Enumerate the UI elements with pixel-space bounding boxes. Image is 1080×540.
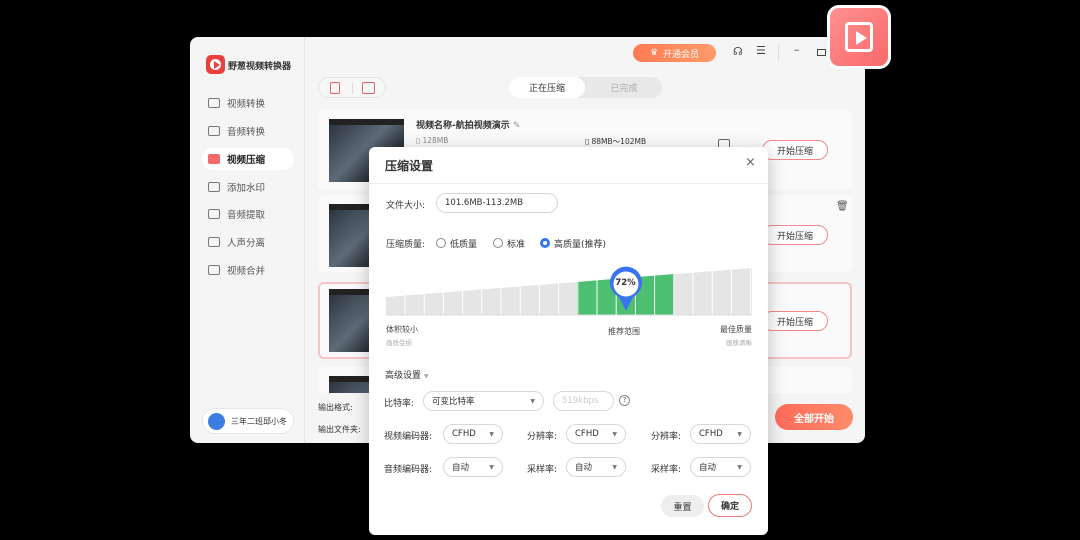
video-compress-icon [208,154,220,164]
sidebar-item-video-merge[interactable]: 视频合并 [202,259,294,281]
watermark-icon [208,182,220,192]
app-logo-icon [206,55,225,74]
vip-label: 开通会员 [663,49,700,60]
resolution-label: 分辨率: [527,432,558,442]
sidebar-item-label: 音频提取 [227,210,266,221]
video-codec-label: 视频编码器: [384,432,433,442]
slider-right-sub: 画质清晰 [726,339,752,347]
delete-icon[interactable]: 🗑 [836,201,849,212]
vip-button[interactable]: ♛ 开通会员 [633,44,716,62]
bitrate-label: 比特率: [384,399,415,409]
sidebar-item-label: 视频压缩 [227,155,266,166]
slider-mid-label: 推荐范围 [608,327,640,336]
dialog-title: 压缩设置 [385,159,434,173]
sidebar-item-label: 音频转换 [227,127,266,138]
sidebar-item-label: 添加水印 [227,183,266,194]
sidebar-item-audio-extract[interactable]: 音频提取 [202,203,294,225]
sample-rate-label: 采样率: [527,465,558,475]
resolution-select[interactable]: CFHD [566,424,626,444]
user-name: 三年二班邱小冬 [231,416,287,426]
sample-rate2-select[interactable]: 自动 [690,457,751,477]
add-folder-icon[interactable] [362,82,375,94]
quality-radio-low[interactable]: 低质量 [436,237,477,250]
slider-handle[interactable]: 72% [608,266,644,312]
minimize-icon[interactable]: – [794,43,800,56]
microphone-icon [208,209,220,219]
slider-percent: 72% [615,278,636,288]
sidebar-item-label: 人声分离 [227,238,266,249]
sidebar-item-label: 视频转换 [227,99,266,110]
sample-rate2-label: 采样率: [651,465,682,475]
reset-button[interactable]: 重置 [661,495,704,517]
slider-left-sub: 画质受损 [386,339,412,347]
bitrate-select[interactable]: 可变比特率 [423,391,544,411]
bitrate-input[interactable]: 519kbps [553,391,614,411]
app-icon [827,5,891,69]
app-name: 野葱视频转换器 [228,62,292,72]
divider [369,183,768,184]
radio-icon [493,238,503,248]
video-title: 视频名称-航拍视频演示 ✎ [416,121,521,131]
divider [352,83,353,94]
avatar [208,412,225,430]
audio-codec-select[interactable]: 自动 [443,457,503,477]
quality-slider[interactable] [386,265,752,317]
add-buttons [318,77,386,98]
sidebar-item-video-convert[interactable]: 视频转换 [202,92,294,114]
menu-icon[interactable]: ☰ [756,44,766,57]
support-icon[interactable]: ☊ [733,45,743,58]
sidebar: 野葱视频转换器 视频转换 音频转换 视频压缩 添加水印 音频提取 人声分离 视频… [190,37,305,443]
video-codec-select[interactable]: CFHD [443,424,503,444]
ok-button[interactable]: 确定 [708,494,752,517]
add-file-icon[interactable] [330,82,340,94]
chevron-down-icon: ▼ [423,373,429,380]
original-size: ▯ 128MB [416,136,449,145]
target-size: ▯ 88MB～102MB [585,137,647,146]
sample-rate-select[interactable]: 自动 [566,457,626,477]
sidebar-item-audio-convert[interactable]: 音频转换 [202,120,294,142]
close-icon[interactable]: × [745,155,756,170]
resolution2-label: 分辨率: [651,432,682,442]
start-all-button[interactable]: 全部开始 [775,404,853,430]
start-compress-button[interactable]: 开始压缩 [762,311,828,331]
quality-range-track [386,268,752,315]
audio-convert-icon [208,126,220,136]
edit-icon[interactable]: ✎ [513,121,521,131]
status-tabs: 正在压缩 已完成 [509,77,662,98]
file-size-input[interactable]: 101.6MB-113.2MB [436,193,558,213]
radio-icon [436,238,446,248]
output-format-label: 输出格式: [318,403,353,412]
output-folder-label: 输出文件夹: [318,425,361,434]
start-compress-button[interactable]: 开始压缩 [762,140,828,160]
resolution2-select[interactable]: CFHD [690,424,751,444]
sidebar-item-label: 视频合并 [227,266,266,277]
video-convert-icon [208,98,220,108]
user-profile[interactable]: 三年二班邱小冬 [202,408,294,434]
sidebar-item-video-compress[interactable]: 视频压缩 [202,148,294,170]
sidebar-item-vocal-separate[interactable]: 人声分离 [202,231,294,253]
quality-radio-high[interactable]: 高质量(推荐) [540,237,606,250]
file-size-label: 文件大小: [386,201,426,211]
compress-settings-dialog: 压缩设置 × 文件大小: 101.6MB-113.2MB 压缩质量: 低质量 标… [369,147,768,535]
audio-codec-label: 音频编码器: [384,465,433,475]
help-icon[interactable]: ? [619,395,630,406]
quality-radio-standard[interactable]: 标准 [493,237,525,250]
tab-compressing[interactable]: 正在压缩 [509,77,585,98]
slider-right-label: 最佳质量 [720,325,752,334]
crown-icon: ♛ [649,48,659,58]
slider-left-label: 体积较小 [386,325,418,334]
quality-label: 压缩质量: [386,240,426,250]
vocal-icon [208,237,220,247]
maximize-icon[interactable] [817,49,826,56]
start-compress-button[interactable]: 开始压缩 [762,225,828,245]
advanced-toggle[interactable]: 高级设置 ▼ [385,368,429,381]
merge-icon [208,265,220,275]
radio-selected-icon [540,238,550,248]
tab-completed[interactable]: 已完成 [586,77,662,98]
divider [778,45,779,61]
sidebar-item-watermark[interactable]: 添加水印 [202,176,294,198]
